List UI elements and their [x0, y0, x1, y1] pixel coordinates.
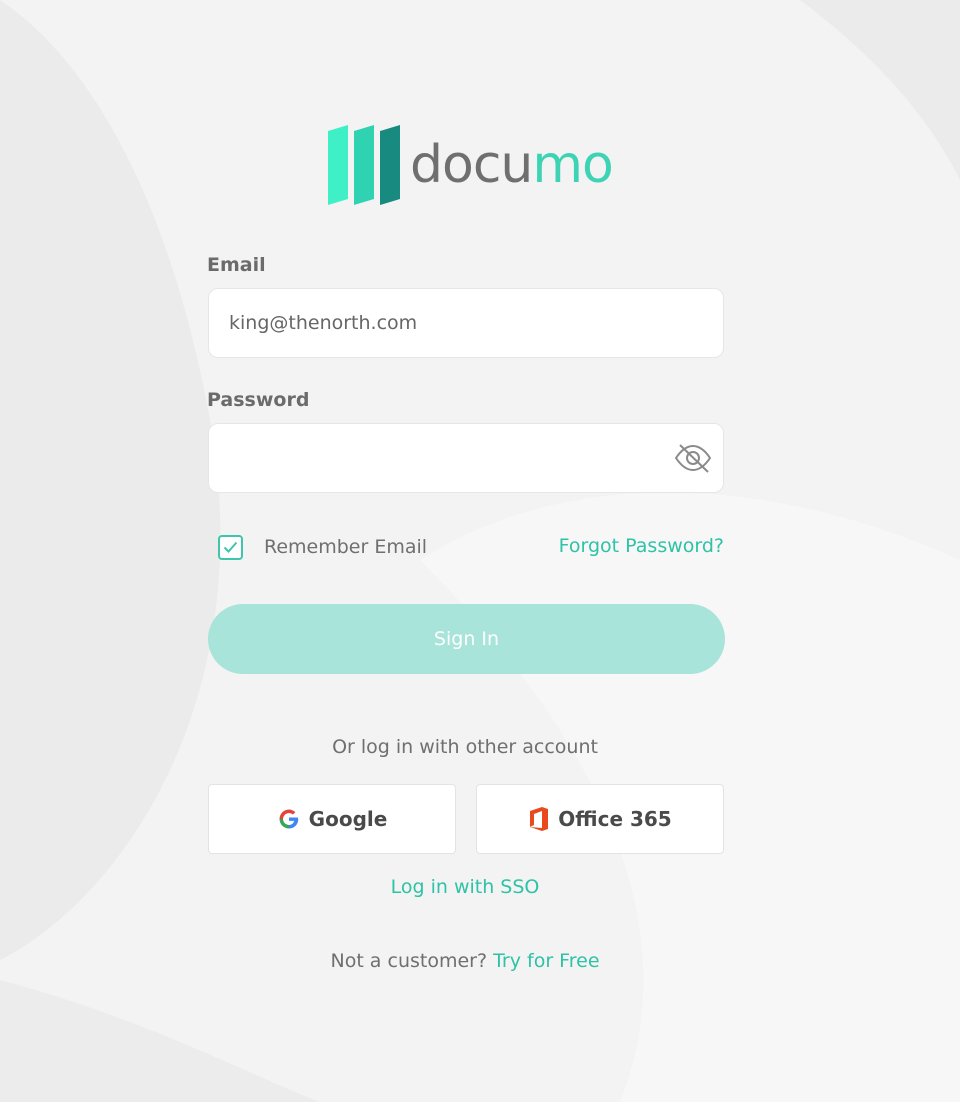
documo-logo: documo — [326, 124, 614, 210]
checkmark-icon — [223, 541, 238, 553]
stripes-logo-icon — [328, 125, 400, 205]
password-field-container[interactable] — [208, 423, 724, 493]
office-365-login-button[interactable]: Office 365 — [476, 784, 724, 854]
email-field-container[interactable] — [208, 288, 724, 358]
google-login-button[interactable]: Google — [208, 784, 456, 854]
eye-slash-icon[interactable] — [673, 441, 713, 475]
try-for-free-link[interactable]: Try for Free — [493, 950, 599, 972]
wordmark-prefix: docu — [410, 135, 533, 195]
sso-link-row: Log in with SSO — [0, 876, 930, 898]
signup-prompt: Not a customer? Try for Free — [0, 950, 930, 972]
log-in-with-sso-link[interactable]: Log in with SSO — [391, 876, 540, 898]
remember-email-label: Remember Email — [264, 536, 428, 558]
checkbox-box[interactable] — [218, 534, 243, 560]
email-field[interactable] — [229, 312, 703, 334]
login-page: documo Email Password Remember Email For… — [0, 0, 960, 1102]
office-365-label: Office 365 — [558, 807, 672, 831]
password-label: Password — [207, 389, 310, 411]
email-label: Email — [207, 254, 266, 276]
google-icon — [279, 809, 298, 829]
alt-login-divider-text: Or log in with other account — [332, 736, 598, 758]
remember-email-checkbox[interactable]: Remember Email — [218, 534, 427, 560]
forgot-password-link[interactable]: Forgot Password? — [559, 535, 724, 557]
google-label: Google — [308, 807, 388, 831]
logo-wordmark: documo — [410, 139, 614, 191]
not-customer-text: Not a customer? — [330, 950, 488, 972]
wordmark-accent: mo — [532, 135, 613, 195]
sign-in-button[interactable]: Sign In — [208, 604, 725, 674]
password-field[interactable] — [229, 447, 703, 469]
office-365-icon — [530, 807, 549, 831]
